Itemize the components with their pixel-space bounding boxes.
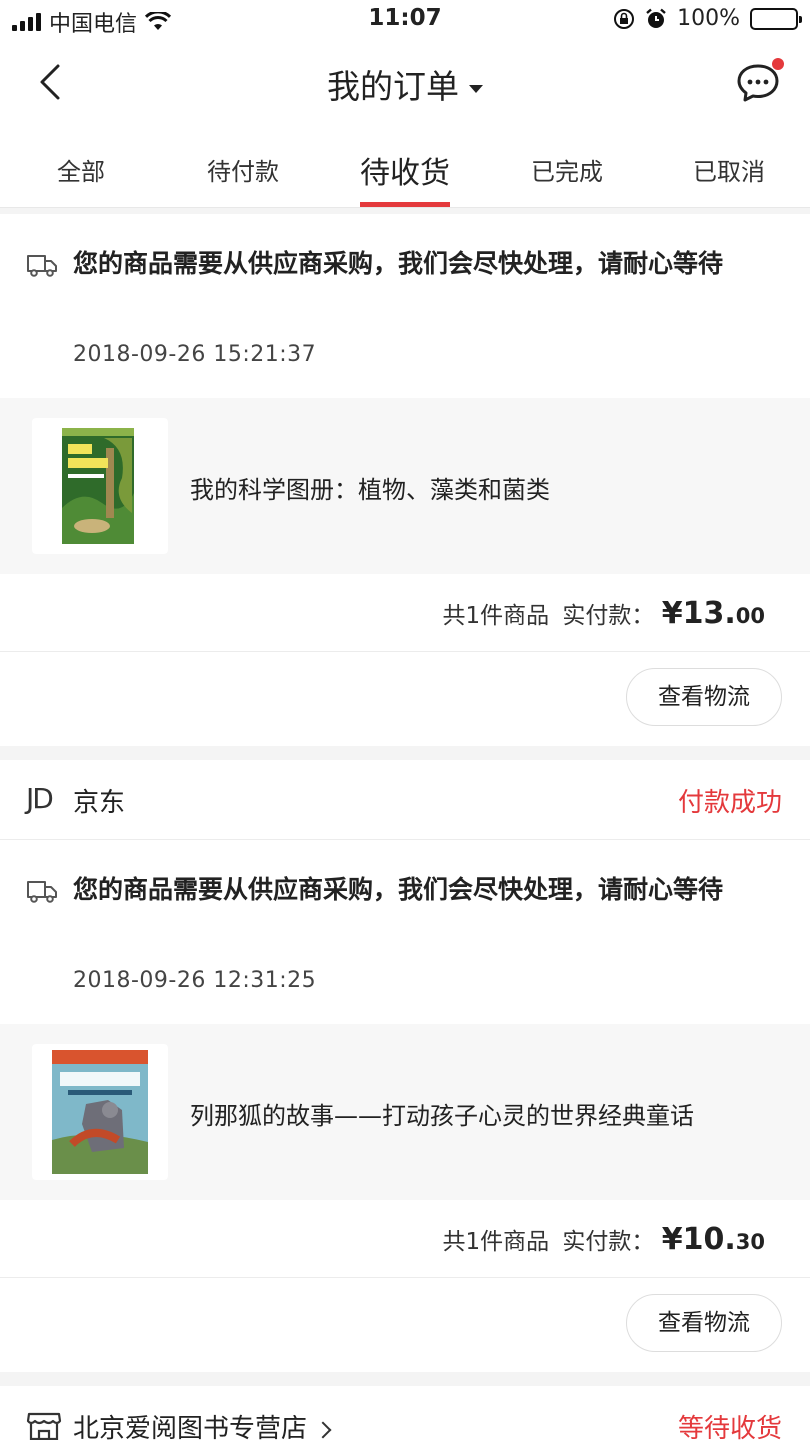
notification-dot <box>772 58 784 70</box>
order-status: 付款成功 <box>677 788 782 818</box>
shop-row[interactable]: JD 京东 付款成功 <box>0 760 810 840</box>
truck-icon <box>27 255 57 277</box>
tab-all[interactable]: 全部 <box>0 126 162 207</box>
tab-pending-payment[interactable]: 待付款 <box>162 126 324 207</box>
rotation-lock-icon <box>614 8 635 29</box>
notice-time: 2018-09-26 15:21:37 <box>73 342 317 367</box>
notice-time: 2018-09-26 12:31:25 <box>73 968 317 993</box>
alarm-icon <box>646 8 666 28</box>
product-name: 列那狐的故事——打动孩子心灵的世界经典童话 <box>190 1102 694 1130</box>
order-card: JD 京东 付款成功 您的商品需要从供应商采购，我们会尽快处理，请耐心等待 20… <box>0 760 810 1372</box>
tab-pending-receipt[interactable]: 待收货 <box>324 126 486 207</box>
jd-logo-icon: JD <box>26 782 54 815</box>
order-card: 北京爱阅图书专营店 等待收货 <box>0 1386 810 1440</box>
view-logistics-button[interactable]: 查看物流 <box>626 668 782 726</box>
tab-completed[interactable]: 已完成 <box>486 126 648 207</box>
chevron-right-icon <box>314 1421 332 1438</box>
product-name: 我的科学图册：植物、藻类和菌类 <box>190 476 550 504</box>
store-icon <box>26 1412 62 1440</box>
product-row[interactable]: 我的科学图册：植物、藻类和菌类 <box>0 398 810 574</box>
caret-down-icon <box>469 84 483 93</box>
shop-row[interactable]: 北京爱阅图书专营店 等待收货 <box>0 1386 810 1440</box>
order-total: 共1件商品 实付款： ¥10.30 <box>0 1200 810 1278</box>
notice-text: 您的商品需要从供应商采购，我们会尽快处理，请耐心等待 <box>73 875 724 904</box>
product-row[interactable]: 列那狐的故事——打动孩子心灵的世界经典童话 <box>0 1024 810 1200</box>
notice-text: 您的商品需要从供应商采购，我们会尽快处理，请耐心等待 <box>73 249 724 278</box>
paid-amount: ¥10.30 <box>661 1222 765 1257</box>
item-count: 共1件商品 <box>442 603 550 629</box>
message-button[interactable] <box>734 58 784 106</box>
product-thumbnail <box>32 418 168 554</box>
shop-name: 京东 <box>73 788 126 818</box>
page-title[interactable]: 我的订单 <box>0 60 810 108</box>
page-title-text: 我的订单 <box>327 67 459 106</box>
order-card: 您的商品需要从供应商采购，我们会尽快处理，请耐心等待 2018-09-26 15… <box>0 214 810 746</box>
order-notice: 您的商品需要从供应商采购，我们会尽快处理，请耐心等待 2018-09-26 12… <box>0 840 810 1024</box>
status-bar: 中国电信 11:07 100% <box>0 0 810 40</box>
order-tabs: 全部 待付款 待收货 已完成 已取消 <box>0 126 810 208</box>
order-actions: 查看物流 <box>0 1278 810 1372</box>
order-actions: 查看物流 <box>0 652 810 746</box>
order-total: 共1件商品 实付款： ¥13.00 <box>0 574 810 652</box>
battery-percent: 100% <box>677 6 740 31</box>
order-status: 等待收货 <box>677 1414 782 1440</box>
product-thumbnail <box>32 1044 168 1180</box>
paid-amount: ¥13.00 <box>661 596 765 631</box>
view-logistics-button[interactable]: 查看物流 <box>626 1294 782 1352</box>
truck-icon <box>27 881 57 903</box>
paid-label: 实付款： <box>562 603 655 629</box>
book-cover-image <box>62 428 134 544</box>
item-count: 共1件商品 <box>442 1229 550 1255</box>
book-cover-image <box>52 1050 148 1174</box>
paid-label: 实付款： <box>562 1229 655 1255</box>
order-notice: 您的商品需要从供应商采购，我们会尽快处理，请耐心等待 2018-09-26 15… <box>0 214 810 398</box>
battery-icon <box>750 7 802 30</box>
tab-cancelled[interactable]: 已取消 <box>648 126 810 207</box>
nav-bar: 我的订单 <box>0 40 810 126</box>
shop-name: 北京爱阅图书专营店 <box>73 1408 332 1440</box>
